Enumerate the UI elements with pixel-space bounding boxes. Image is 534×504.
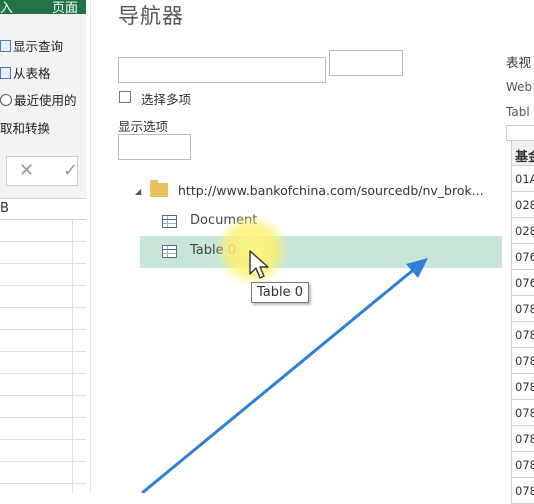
folder-icon: [150, 180, 168, 197]
tree-item-table-0[interactable]: Table 0: [140, 236, 502, 268]
navigator-title: 导航器: [118, 4, 184, 28]
mouse-pointer-icon: [249, 250, 269, 279]
preview-title: 表视: [506, 55, 532, 70]
table-icon: [162, 215, 177, 228]
excel-ribbon-tabs: 入 页面: [0, 0, 86, 16]
show-queries-button[interactable]: 显示查询: [0, 36, 63, 55]
display-options-label: 显示选项: [118, 119, 169, 134]
ribbon-group-label: 取和转换: [0, 121, 51, 136]
select-multiple-label: 选择多项: [141, 92, 192, 107]
preview-cell: 076: [511, 270, 534, 296]
preview-cell: 078: [511, 400, 534, 426]
preview-subtitle-2: Tabl: [506, 105, 530, 119]
tooltip: Table 0: [251, 282, 310, 303]
table-icon: [0, 39, 11, 52]
clock-icon: [0, 93, 12, 106]
preview-cell: 01A: [511, 166, 534, 192]
preview-cell: 078: [511, 426, 534, 452]
preview-subtitle: Web: [506, 80, 533, 94]
preview-cell: 078: [511, 322, 534, 348]
preview-cell: 078: [511, 296, 534, 322]
table-icon: [0, 66, 11, 79]
column-header[interactable]: B: [0, 198, 86, 220]
ribbon-tab-page-layout[interactable]: 页面: [52, 0, 78, 16]
preview-cell: 076: [511, 244, 534, 270]
spreadsheet-grid[interactable]: [0, 220, 86, 493]
preview-search-box[interactable]: [506, 125, 534, 141]
table-icon: [162, 245, 177, 258]
excel-window: 入 页面 显示查询 从表格 最近使用的 取和转换 ✕ ✓ B: [0, 0, 86, 493]
from-table-button[interactable]: 从表格: [0, 63, 51, 82]
preview-cell: 028: [511, 218, 534, 244]
tree-root-url[interactable]: http://www.bankofchina.com/sourcedb/nv_b…: [178, 183, 504, 198]
preview-cell: 078: [511, 348, 534, 374]
column-header-label: B: [0, 201, 9, 216]
preview-column-header[interactable]: 基金: [511, 140, 534, 166]
search-input[interactable]: [118, 57, 326, 83]
ribbon-tab-insert[interactable]: 入: [0, 0, 13, 16]
confirm-icon[interactable]: ✓: [63, 160, 78, 181]
preview-cell: 028: [511, 192, 534, 218]
cancel-icon[interactable]: ✕: [19, 160, 34, 181]
select-multiple-checkbox[interactable]: [119, 91, 131, 103]
tree-item-document[interactable]: Document: [140, 209, 500, 235]
preview-cell: 078: [511, 374, 534, 400]
recent-sources-button[interactable]: 最近使用的: [0, 90, 77, 109]
preview-cell: 078: [511, 452, 534, 478]
preview-cell: 078: [511, 478, 534, 504]
formula-bar: ✕ ✓: [6, 156, 78, 186]
search-button[interactable]: [329, 50, 403, 76]
display-options-dropdown[interactable]: [118, 134, 191, 160]
collapse-triangle-icon[interactable]: ◢: [135, 187, 141, 196]
